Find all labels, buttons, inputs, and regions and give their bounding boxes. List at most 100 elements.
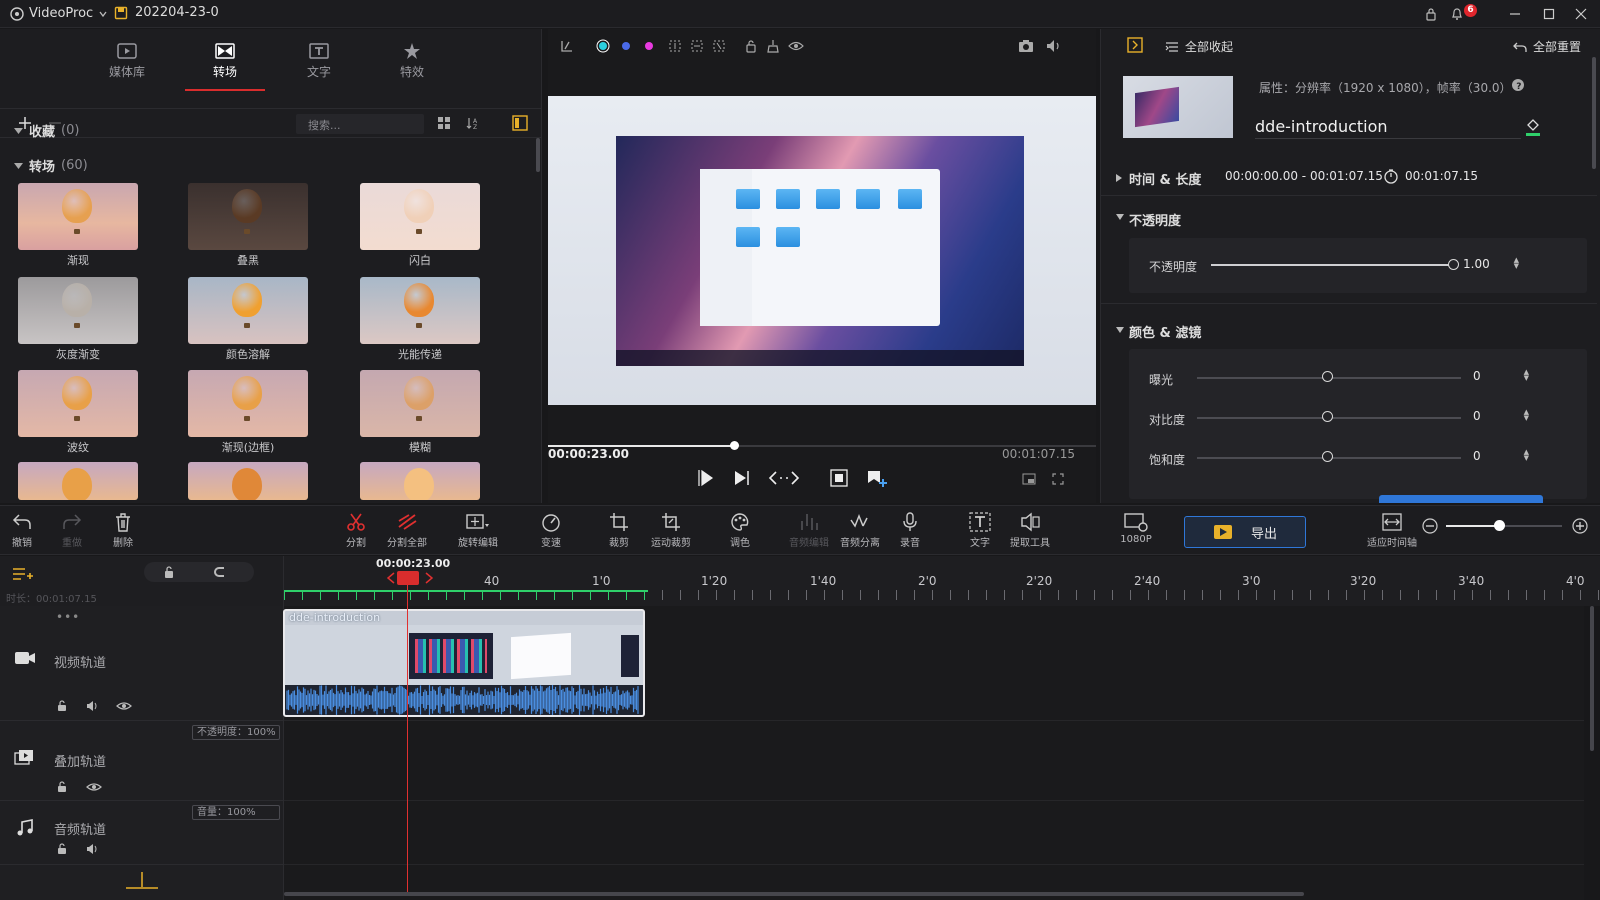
library-scrollbar[interactable] [536, 138, 540, 172]
transition-thumbnail[interactable] [360, 277, 480, 344]
transition-thumbnail[interactable] [18, 277, 138, 344]
rotate-edit-button[interactable]: 旋转编辑 [448, 512, 508, 549]
mark-in-icon[interactable] [668, 39, 682, 53]
transition-thumbnail[interactable] [188, 277, 308, 344]
crop-button[interactable]: 裁剪 [589, 512, 649, 549]
lock-icon[interactable] [1420, 4, 1442, 24]
cyan-marker-icon[interactable] [596, 39, 610, 53]
color-button[interactable]: 调色 [710, 512, 770, 549]
reset-all-button[interactable]: 全部重置 [1513, 38, 1581, 55]
extract-tool-button[interactable]: 提取工具 [1000, 512, 1060, 549]
tab-text[interactable]: 文字 [284, 37, 354, 85]
volume-icon[interactable] [1046, 39, 1062, 53]
exposure-slider-knob[interactable] [1322, 371, 1333, 382]
snapshot-icon[interactable] [1018, 39, 1034, 53]
spin-arrows-icon[interactable]: ▲ ▼ [1524, 369, 1529, 382]
speed-button[interactable]: 变速 [521, 512, 581, 549]
magnet-icon[interactable] [212, 565, 226, 579]
volume-icon[interactable] [86, 700, 100, 712]
lock-icon[interactable] [744, 39, 758, 53]
magenta-marker-icon[interactable] [642, 39, 656, 53]
delete-button[interactable]: 删除 [93, 512, 153, 549]
zoom-in-icon[interactable] [1572, 518, 1588, 534]
opacity-slider[interactable] [1211, 264, 1451, 266]
compare-icon[interactable] [560, 39, 574, 53]
picture-in-picture-icon[interactable] [1022, 473, 1036, 485]
opacity-section-title[interactable]: 不透明度 [1129, 210, 1181, 229]
transition-thumbnail[interactable] [18, 183, 138, 250]
opacity-slider-knob[interactable] [1448, 259, 1459, 270]
exposure-spinbox[interactable]: 0 ▲ ▼ [1473, 365, 1533, 387]
info-icon[interactable]: ? [1511, 78, 1525, 92]
tab-transitions[interactable]: 转场 [185, 37, 265, 91]
lock-icon[interactable] [162, 565, 176, 579]
properties-scrollbar[interactable] [1592, 57, 1596, 169]
spin-arrows-icon[interactable]: ▲ ▼ [1524, 409, 1529, 422]
seek-knob[interactable] [730, 441, 740, 450]
transition-thumbnail[interactable] [18, 462, 138, 500]
clip-name-field[interactable]: dde-introduction [1255, 117, 1521, 139]
audio-track-lane[interactable] [284, 801, 1584, 865]
fullscreen-crop-icon[interactable] [830, 469, 848, 487]
motion-crop-button[interactable]: 运动裁剪 [641, 512, 701, 549]
sort-icon[interactable]: AZ [466, 116, 480, 130]
contrast-slider-knob[interactable] [1322, 411, 1333, 422]
timeline-clip[interactable]: dde-introduction [283, 609, 645, 717]
transitions-section[interactable]: 转场 (60) [14, 156, 88, 175]
grid-view-icon[interactable] [438, 117, 450, 129]
timeline-ruler[interactable]: 00:00:23.00 40 1'0 1'20 1'40 2'0 2'20 2'40 3'0 3… [284, 556, 1600, 606]
prev-frame-icon[interactable] [768, 469, 804, 487]
more-icon[interactable]: ••• [56, 610, 80, 624]
collapse-all-button[interactable]: 全部收起 [1165, 38, 1233, 55]
select-icon[interactable] [712, 39, 726, 53]
time-length-title[interactable]: 时间 & 长度 [1129, 169, 1201, 188]
spin-arrows-icon[interactable]: ▲ ▼ [1514, 257, 1519, 270]
lock-icon[interactable] [56, 700, 68, 712]
spin-arrows-icon[interactable]: ▲ ▼ [1524, 449, 1529, 462]
record-button[interactable]: 录音 [880, 512, 940, 549]
paint-bucket-icon[interactable] [1525, 117, 1541, 137]
overlay-opacity-pill[interactable]: 不透明度：100% [192, 725, 280, 740]
eye-icon[interactable] [86, 781, 102, 793]
transition-thumbnail[interactable] [360, 370, 480, 437]
tab-media-library[interactable]: 媒体库 [92, 37, 162, 85]
playhead-handle[interactable] [397, 571, 419, 585]
transition-thumbnail[interactable] [188, 183, 308, 250]
app-menu[interactable]: VideoProc [10, 6, 108, 21]
playhead-line[interactable] [407, 572, 408, 892]
track-height-icon[interactable] [124, 871, 160, 891]
saturation-slider-knob[interactable] [1322, 451, 1333, 462]
zoom-slider-knob[interactable] [1494, 520, 1505, 531]
fit-timeline-button[interactable]: 适应时间轴 [1352, 512, 1432, 549]
preview-frame[interactable] [548, 96, 1096, 405]
split-all-button[interactable]: 分割全部 [377, 512, 437, 549]
transition-thumbnail[interactable] [188, 370, 308, 437]
export-button[interactable]: 导出 [1184, 516, 1306, 548]
eye-icon[interactable] [116, 700, 132, 712]
project-title[interactable]: 202204-23-0 [114, 5, 219, 20]
maximize-icon[interactable] [1538, 4, 1560, 24]
lock-icon[interactable] [56, 843, 68, 855]
favorites-section[interactable]: 收藏 (0) [14, 121, 79, 140]
playhead-left-arrow-icon[interactable] [387, 572, 395, 584]
contrast-spinbox[interactable]: 0 ▲ ▼ [1473, 405, 1533, 427]
resolution-button[interactable]: 1080P [1106, 512, 1166, 545]
transition-thumbnail[interactable] [18, 370, 138, 437]
sweep-icon[interactable] [766, 39, 780, 53]
panel-toggle-icon[interactable] [512, 115, 528, 131]
blue-marker-icon[interactable] [619, 39, 633, 53]
search-input[interactable]: 搜索... [296, 114, 424, 134]
saturation-spinbox[interactable]: 0 ▲ ▼ [1473, 445, 1533, 467]
transition-thumbnail[interactable] [360, 183, 480, 250]
timeline-vertical-scrollbar[interactable] [1590, 606, 1594, 751]
color-filter-section-title[interactable]: 颜色 & 滤镜 [1129, 322, 1201, 341]
tab-effects[interactable]: 特效 [377, 37, 447, 85]
transition-thumbnail[interactable] [360, 462, 480, 500]
play-pause-icon[interactable] [732, 469, 750, 487]
close-icon[interactable] [1570, 4, 1592, 24]
lock-icon[interactable] [56, 781, 68, 793]
mark-out-icon[interactable] [690, 39, 704, 53]
play-icon[interactable] [696, 469, 714, 487]
playhead-right-arrow-icon[interactable] [425, 572, 433, 584]
transition-thumbnail[interactable] [188, 462, 308, 500]
